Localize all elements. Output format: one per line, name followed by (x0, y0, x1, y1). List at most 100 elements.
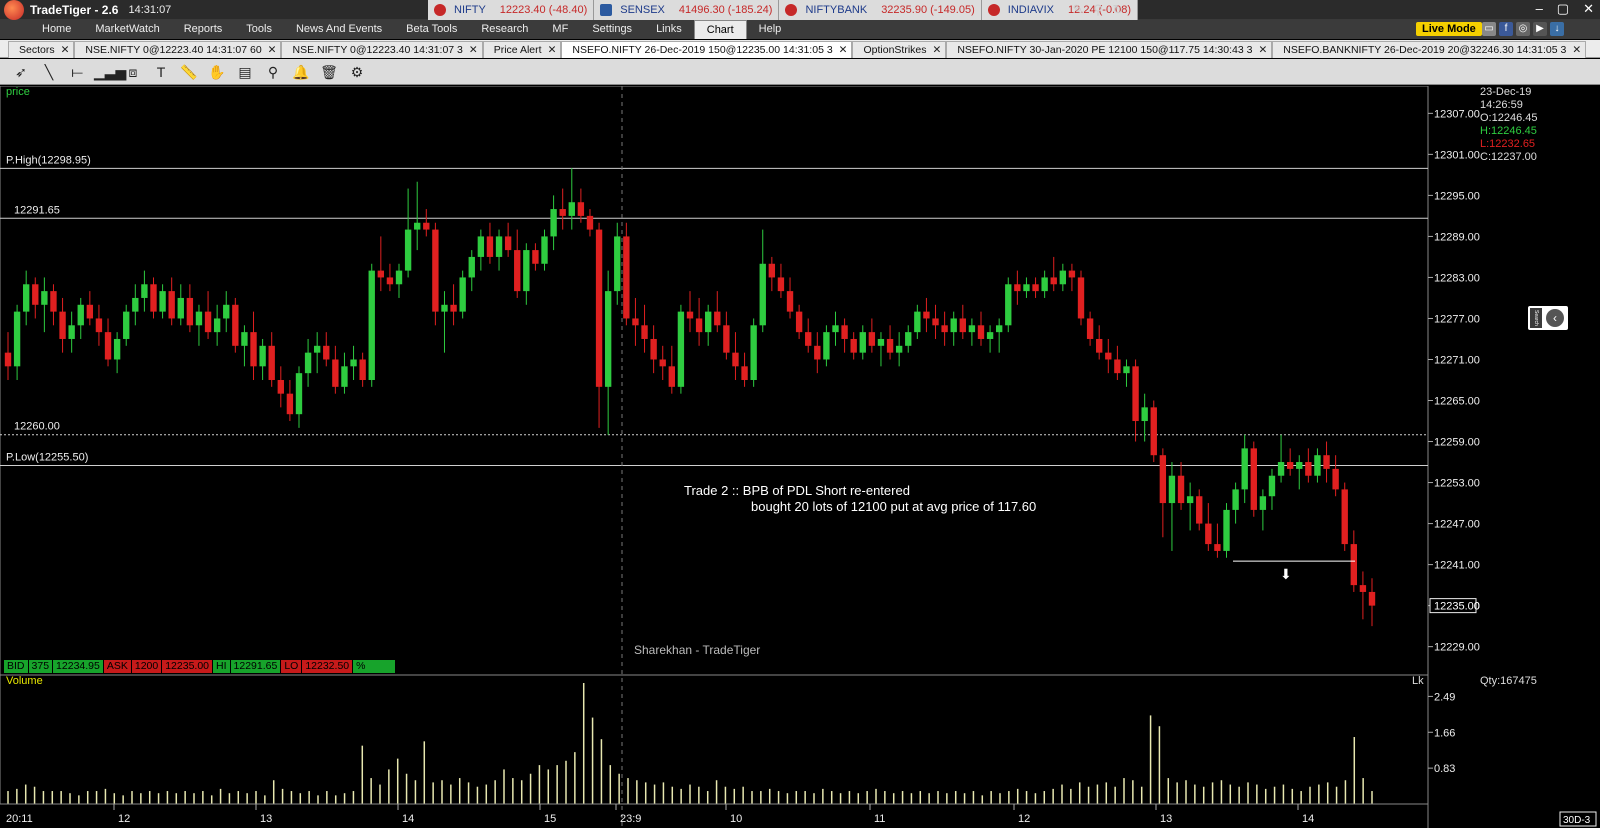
bid-qty: 375 (28, 660, 54, 673)
candle-body (659, 359, 666, 367)
menu-reports[interactable]: Reports (172, 20, 235, 39)
nse-icon (987, 4, 1000, 16)
menu-tools[interactable]: Tools (234, 20, 284, 39)
pct-label: % (353, 660, 397, 673)
monitor-icon[interactable]: ▭ (1482, 22, 1496, 36)
tab-nsefo-nifty-dec[interactable]: NSEFO.NIFTY 26-Dec-2019 150@12235.00 14:… (561, 41, 853, 58)
social-icons: ▭ f ◎ ▶ ↓ (1482, 22, 1564, 36)
zoom-icon[interactable]: ⚲ (262, 62, 284, 82)
minimize-icon[interactable]: – (1536, 1, 1543, 17)
candle-body (86, 304, 94, 319)
text-tool-icon[interactable]: T (150, 62, 172, 82)
candle-body (77, 304, 84, 326)
chart-area[interactable]: 12307.00 12301.00 12295.00 12289.00 12283.00… (0, 86, 1600, 828)
download-icon[interactable]: ↓ (1550, 22, 1564, 36)
facebook-icon[interactable]: f (1499, 22, 1513, 36)
close-tab-icon[interactable]: ✕ (61, 42, 70, 58)
x-axis-label: 10 (730, 813, 742, 825)
edit-icon[interactable]: ✎ (1070, 2, 1086, 18)
tab-nsefo-banknifty[interactable]: NSEFO.BANKNIFTY 26-Dec-2019 20@32246.30 … (1272, 41, 1587, 58)
menu-links[interactable]: Links (644, 20, 694, 39)
candle-body (141, 284, 148, 298)
close-tab-icon[interactable]: ✕ (548, 42, 557, 58)
ray-line-icon[interactable]: ⟝ (66, 62, 88, 82)
bid-price: 12234.95 (53, 660, 104, 673)
maximize-icon[interactable]: ▢ (1557, 1, 1569, 17)
candle-body (523, 250, 530, 292)
cursor-icon[interactable]: ➶ (10, 62, 32, 82)
refresh-icon[interactable]: ↻ (1110, 2, 1126, 18)
hand-icon[interactable]: ✋ (206, 62, 228, 82)
pin-icon[interactable]: ⚲ (1090, 2, 1106, 18)
close-tab-icon[interactable]: ✕ (933, 42, 942, 58)
live-mode-button[interactable]: Live Mode (1416, 22, 1482, 36)
tab-nifty-60[interactable]: NSE.NIFTY 0@12223.40 14:31:07 60 ✕ (74, 41, 282, 58)
close-icon[interactable]: ✕ (1583, 1, 1594, 17)
lock-label[interactable]: Lk (1412, 675, 1424, 687)
price-pane-label: price (6, 86, 30, 98)
ruler-icon[interactable]: 📏 (178, 62, 200, 82)
ticker-niftybank[interactable]: NIFTYBANK 32235.90 (-149.05) (779, 0, 982, 20)
menu-research[interactable]: Research (469, 20, 540, 39)
candle-body (150, 284, 157, 312)
candle-body (586, 215, 594, 230)
candle-body (595, 229, 603, 387)
app-title: TradeTiger - 2.6 (30, 2, 119, 17)
gear-icon[interactable]: ⚙ (346, 62, 368, 82)
candle-body (414, 222, 421, 230)
tab-nifty-3[interactable]: NSE.NIFTY 0@12223.40 14:31:07 3 ✕ (281, 41, 483, 58)
tab-nsefo-nifty-pe[interactable]: NSEFO.NIFTY 30-Jan-2020 PE 12100 150@117… (946, 41, 1273, 58)
delete-icon[interactable]: 🗑 (318, 62, 340, 82)
instagram-icon[interactable]: ◎ (1516, 22, 1530, 36)
candle-body (313, 345, 321, 353)
candle-body (1196, 496, 1203, 524)
close-tab-icon[interactable]: ✕ (469, 42, 478, 58)
volume-pane-label: Volume (6, 675, 43, 687)
menu-settings[interactable]: Settings (580, 20, 644, 39)
candlestick-chart[interactable]: 12307.00 12301.00 12295.00 12289.00 12283.00… (0, 86, 1600, 828)
window-controls: – ▢ ✕ (1536, 1, 1594, 17)
chart-type-icon[interactable]: ▁▃▅ (94, 62, 126, 82)
ticker-symbol: SENSEX (620, 4, 665, 16)
alert-bell-icon[interactable]: 🔔 (290, 62, 312, 82)
menu-home[interactable]: Home (30, 20, 83, 39)
candle-body (1150, 407, 1157, 456)
menu-news-and-events[interactable]: News And Events (284, 20, 394, 39)
candle-body (923, 311, 930, 319)
candle-body (1277, 462, 1285, 476)
menu-chart[interactable]: Chart (693, 20, 747, 39)
close-tab-icon[interactable]: ✕ (1572, 42, 1581, 58)
ticker-nifty[interactable]: NIFTY 12223.40 (-48.40) (428, 0, 595, 20)
youtube-icon[interactable]: ▶ (1533, 22, 1547, 36)
menu-help[interactable]: Help (747, 20, 794, 39)
candle-body (504, 236, 512, 251)
menu-mf[interactable]: MF (540, 20, 580, 39)
ticker-sensex[interactable]: SENSEX 41496.30 (-185.24) (594, 0, 780, 20)
trendline-icon[interactable]: ╲ (38, 62, 60, 82)
close-tab-icon[interactable]: ✕ (268, 42, 277, 58)
candle-body (632, 318, 639, 326)
volume-tick-label: 1.66 (1434, 727, 1455, 739)
candle-body (950, 318, 957, 333)
candle-body (1159, 455, 1167, 504)
bid-ask-bar: BID 375 12234.95 ASK 1200 12235.00 HI 12… (4, 660, 397, 673)
tab-price-alert[interactable]: Price Alert ✕ (482, 41, 562, 58)
tab-sectors[interactable]: Sectors ✕ (8, 41, 75, 58)
price-tick-label: 12247.00 (1434, 519, 1480, 531)
close-tab-icon[interactable]: ✕ (1258, 42, 1267, 58)
close-tab-icon[interactable]: ✕ (839, 42, 848, 58)
candle-body (968, 325, 976, 333)
menu-marketwatch[interactable]: MarketWatch (83, 20, 171, 39)
candle-body (295, 373, 303, 415)
candle-body (686, 311, 694, 319)
candle-body (304, 352, 312, 374)
candle-body (541, 236, 548, 264)
menu-beta-tools[interactable]: Beta Tools (394, 20, 469, 39)
chart-search-button[interactable]: Search ‹ (1528, 306, 1568, 330)
cube-icon[interactable]: ⧈ (122, 62, 144, 82)
candle-body (959, 318, 966, 333)
indicator-icon[interactable]: ▤ (234, 62, 256, 82)
candle-body (395, 270, 403, 285)
candle-body (41, 291, 48, 305)
tab-option-strikes[interactable]: OptionStrikes ✕ (852, 41, 947, 58)
